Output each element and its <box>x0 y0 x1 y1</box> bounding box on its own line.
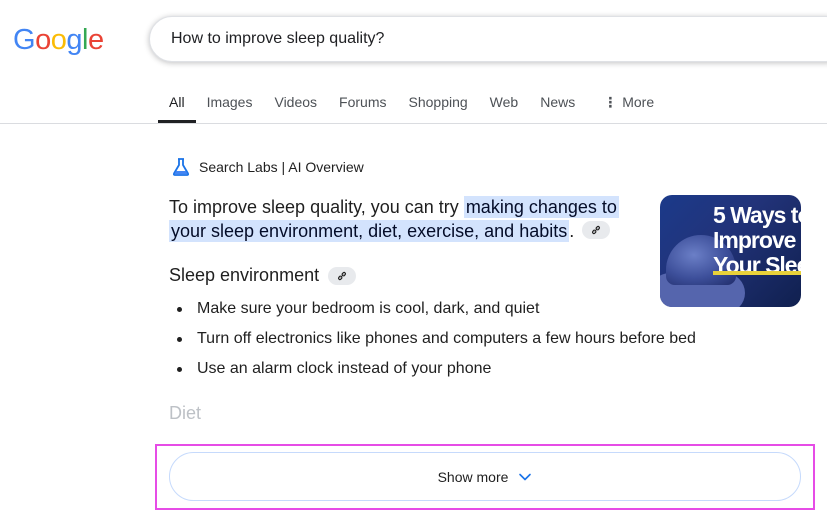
link-icon <box>592 226 601 235</box>
link-icon <box>338 271 347 280</box>
logo-letter: o <box>50 24 67 56</box>
tab-videos[interactable]: Videos <box>263 82 328 123</box>
next-section-heading: Diet <box>169 403 202 423</box>
logo-letter: G <box>13 24 36 56</box>
sleep-environment-list: Make sure your bedroom is cool, dark, an… <box>177 298 696 388</box>
more-vert-icon: ⋮ <box>603 94 618 110</box>
search-tabs: All Images Videos Forums Shopping Web Ne… <box>158 82 665 124</box>
tab-news[interactable]: News <box>529 82 586 123</box>
thumbnail-caption: 5 Ways to Improve Your Sleep <box>713 203 801 278</box>
logo-letter: e <box>87 24 104 56</box>
source-link-chip[interactable] <box>328 266 357 285</box>
tab-shopping[interactable]: Shopping <box>398 82 479 123</box>
tabs-divider <box>0 123 827 124</box>
section-heading: Sleep environment <box>169 265 357 286</box>
chevron-down-icon <box>519 473 532 480</box>
tab-forums[interactable]: Forums <box>328 82 397 123</box>
thumbnail-line-1: 5 Ways to <box>713 202 801 228</box>
section-heading-text: Sleep environment <box>169 265 320 285</box>
search-input[interactable] <box>171 17 771 61</box>
summary-prefix: To improve sleep quality, you can try <box>169 197 464 217</box>
google-logo[interactable]: Google <box>13 24 104 56</box>
list-item: Make sure your bedroom is cool, dark, an… <box>177 298 696 320</box>
article-thumbnail[interactable]: 5 Ways to Improve Your Sleep <box>660 195 801 307</box>
tab-web[interactable]: Web <box>479 82 530 123</box>
list-item: Turn off electronics like phones and com… <box>177 328 696 350</box>
tab-all[interactable]: All <box>158 82 196 123</box>
summary-highlight[interactable]: making changes to <box>463 196 619 218</box>
tab-more[interactable]: ⋮ More <box>586 82 665 123</box>
thumbnail-accent-bar <box>713 271 801 275</box>
show-more-label: Show more <box>437 468 509 485</box>
tab-more-label: More <box>622 94 655 110</box>
logo-letter: o <box>35 24 51 56</box>
labs-flask-icon <box>171 157 191 177</box>
ai-summary: To improve sleep quality, you can try ma… <box>169 195 639 243</box>
list-item: Use an alarm clock instead of your phone <box>177 358 696 380</box>
search-box[interactable] <box>149 16 827 62</box>
tab-images[interactable]: Images <box>196 82 264 123</box>
ai-overview-header: Search Labs | AI Overview <box>171 156 364 178</box>
summary-highlight[interactable]: your sleep environment, diet, exercise, … <box>169 220 570 242</box>
source-link-chip[interactable] <box>582 221 611 240</box>
show-more-button[interactable]: Show more <box>169 452 801 501</box>
thumbnail-line-2: Improve <box>713 227 796 253</box>
logo-letter: g <box>66 24 82 56</box>
summary-suffix: . <box>569 221 575 241</box>
ai-overview-title: Search Labs | AI Overview <box>199 159 364 175</box>
